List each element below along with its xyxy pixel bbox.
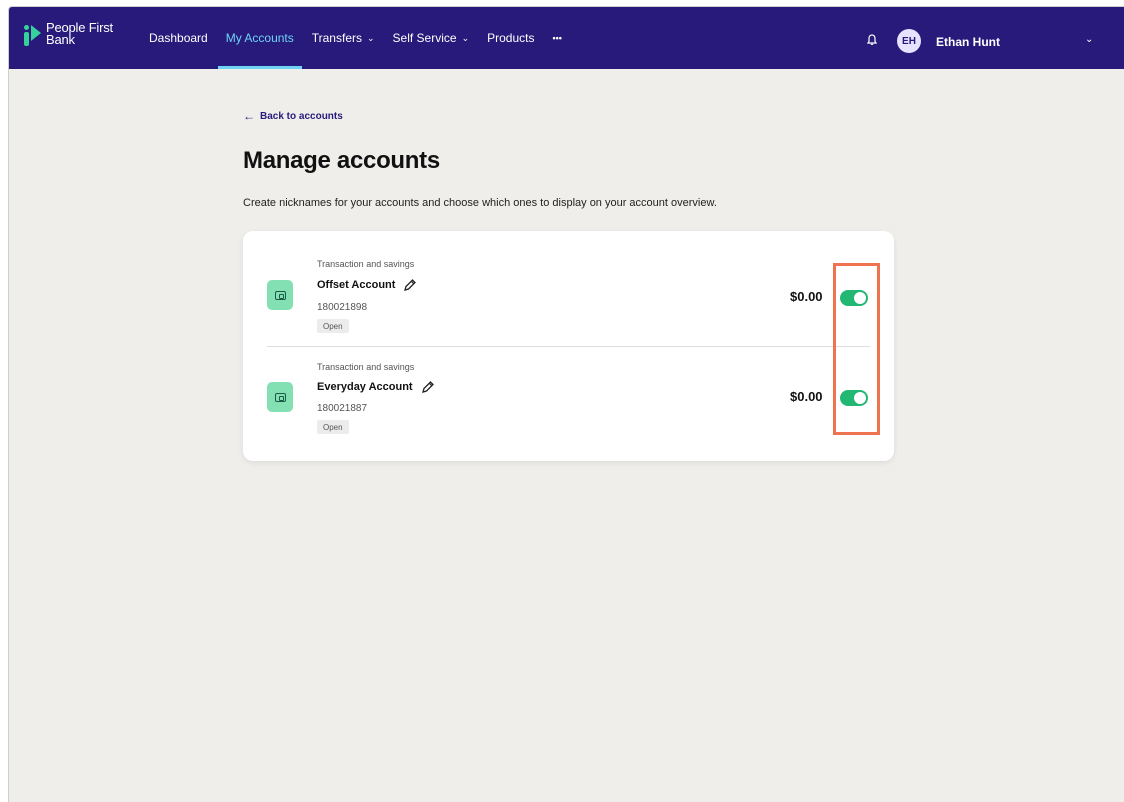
arrow-left-icon: ← xyxy=(243,109,255,123)
pencil-icon[interactable] xyxy=(403,278,417,292)
nav-item-label: Dashboard xyxy=(149,31,208,45)
account-name: Offset Account xyxy=(317,278,417,292)
account-number: 180021887 xyxy=(317,403,368,414)
brand-logo[interactable]: People First Bank xyxy=(24,21,113,48)
user-name[interactable]: Ethan Hunt xyxy=(936,35,1000,49)
more-icon: ••• xyxy=(552,33,562,43)
nav-item-self-service[interactable]: Self Service ⌄ xyxy=(393,7,470,69)
account-row: Transaction and savings Everyday Account… xyxy=(243,346,894,461)
brand-logo-mark xyxy=(24,22,41,48)
nav-item-label: My Accounts xyxy=(225,31,294,45)
nav-item-products[interactable]: Products xyxy=(487,7,534,69)
nav-item-my-accounts[interactable]: My Accounts xyxy=(217,7,302,69)
account-balance: $0.00 xyxy=(790,289,823,304)
status-badge: Open xyxy=(317,420,349,434)
nav-item-transfers[interactable]: Transfers ⌄ xyxy=(312,7,375,69)
highlight-annotation-box xyxy=(833,263,880,435)
back-to-accounts-link[interactable]: ← Back to accounts xyxy=(243,109,343,123)
brand-name-line2: Bank xyxy=(46,32,75,47)
back-link-label: Back to accounts xyxy=(260,110,343,122)
nav-item-dashboard[interactable]: Dashboard xyxy=(149,7,208,69)
page-description: Create nicknames for your accounts and c… xyxy=(243,197,717,209)
nav-item-label: Transfers xyxy=(311,31,362,45)
nav-item-more[interactable]: ••• xyxy=(552,7,561,69)
status-badge: Open xyxy=(317,319,349,333)
account-number: 180021898 xyxy=(317,302,368,313)
chevron-down-icon[interactable]: ⌄ xyxy=(1085,34,1093,45)
nav-item-label: Self Service xyxy=(392,31,457,45)
account-row: Transaction and savings Offset Account 1… xyxy=(243,231,894,346)
chevron-down-icon: ⌄ xyxy=(461,32,470,43)
account-balance: $0.00 xyxy=(790,389,823,404)
account-name-label: Offset Account xyxy=(317,279,396,291)
avatar[interactable]: EH xyxy=(897,29,921,53)
app-window: People First Bank Dashboard My Accounts … xyxy=(8,6,1124,802)
wallet-icon xyxy=(267,280,293,310)
chevron-down-icon: ⌄ xyxy=(366,32,375,43)
top-navigation-bar: People First Bank Dashboard My Accounts … xyxy=(9,7,1124,69)
page-title: Manage accounts xyxy=(243,147,440,174)
brand-name: People First Bank xyxy=(46,21,113,47)
accounts-card: Transaction and savings Offset Account 1… xyxy=(243,231,894,461)
account-type: Transaction and savings xyxy=(317,259,415,269)
wallet-icon xyxy=(267,382,293,412)
nav-item-label: Products xyxy=(487,31,535,45)
main-nav: Dashboard My Accounts Transfers ⌄ Self S… xyxy=(149,7,580,69)
account-name-label: Everyday Account xyxy=(317,381,413,393)
bell-icon[interactable] xyxy=(866,34,878,46)
pencil-icon[interactable] xyxy=(421,380,435,394)
account-name: Everyday Account xyxy=(317,380,435,394)
account-type: Transaction and savings xyxy=(317,362,415,372)
